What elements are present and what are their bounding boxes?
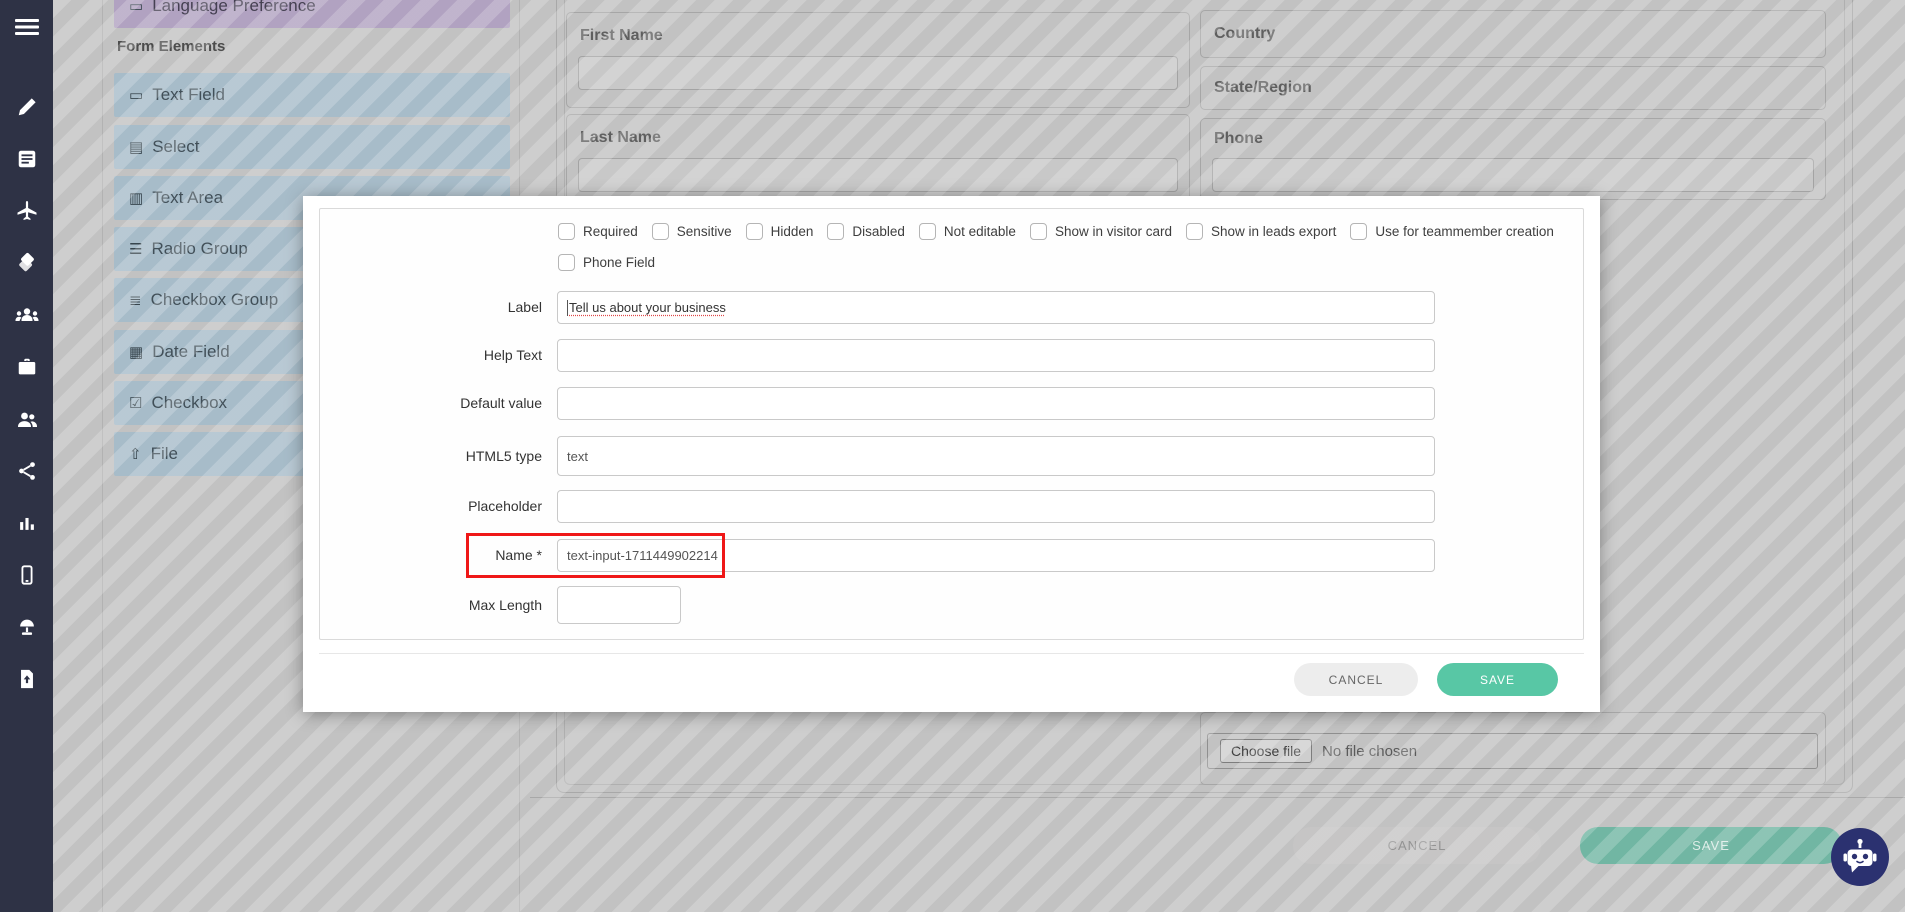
- show-in-visitor-card-checkbox[interactable]: Show in visitor card: [1030, 223, 1172, 240]
- label-field-label: Label: [320, 291, 542, 324]
- checkbox-label: Show in leads export: [1211, 224, 1336, 239]
- checkbox-icon[interactable]: [652, 223, 669, 240]
- placeholder-input[interactable]: [557, 490, 1435, 523]
- help-text-field-label: Help Text: [320, 339, 542, 372]
- checkbox-options-row-1: Required Sensitive Hidden Disabled Not e…: [558, 223, 1568, 240]
- html5-type-field-label: HTML5 type: [320, 436, 542, 476]
- default-value-field-label: Default value: [320, 387, 542, 420]
- modal-footer-divider: [319, 653, 1584, 654]
- field-settings-modal: Required Sensitive Hidden Disabled Not e…: [303, 196, 1600, 712]
- phone-field-checkbox[interactable]: Phone Field: [558, 254, 655, 271]
- html5-type-select[interactable]: text: [557, 436, 1435, 476]
- checkbox-options-row-2: Phone Field: [558, 254, 669, 271]
- required-checkbox[interactable]: Required: [558, 223, 638, 240]
- tags-icon[interactable]: [0, 244, 53, 282]
- contacts-icon[interactable]: [0, 400, 53, 438]
- checkbox-icon[interactable]: [1350, 223, 1367, 240]
- label-input-value: Tell us about your business: [569, 300, 726, 315]
- placeholder-field-label: Placeholder: [320, 490, 542, 523]
- bar-chart-icon[interactable]: [0, 504, 53, 542]
- default-value-input[interactable]: [557, 387, 1435, 420]
- hidden-checkbox[interactable]: Hidden: [746, 223, 814, 240]
- briefcase-icon[interactable]: [0, 348, 53, 386]
- max-length-input[interactable]: [557, 586, 681, 624]
- checkbox-label: Phone Field: [583, 255, 655, 270]
- max-length-field-label: Max Length: [320, 586, 542, 624]
- app-window: ▭ Language Preference Form Elements ▭Tex…: [0, 0, 1905, 912]
- team-icon[interactable]: [0, 296, 53, 334]
- modal-save-button[interactable]: SAVE: [1437, 663, 1558, 696]
- name-field-highlight: [466, 533, 725, 578]
- checkbox-label: Disabled: [852, 224, 905, 239]
- icon-sidebar: [0, 0, 53, 912]
- checkbox-label: Show in visitor card: [1055, 224, 1172, 239]
- form-icon[interactable]: [0, 140, 53, 178]
- checkbox-icon[interactable]: [558, 223, 575, 240]
- show-in-leads-export-checkbox[interactable]: Show in leads export: [1186, 223, 1336, 240]
- checkbox-label: Use for teammember creation: [1375, 224, 1554, 239]
- hamburger-menu-icon[interactable]: [0, 8, 53, 46]
- label-input[interactable]: Tell us about your business: [557, 291, 1435, 324]
- share-icon[interactable]: [0, 452, 53, 490]
- checkbox-icon[interactable]: [1030, 223, 1047, 240]
- checkbox-icon[interactable]: [558, 254, 575, 271]
- checkbox-label: Required: [583, 224, 638, 239]
- lamp-icon[interactable]: [0, 608, 53, 646]
- help-text-input[interactable]: [557, 339, 1435, 372]
- checkbox-icon[interactable]: [919, 223, 936, 240]
- checkbox-icon[interactable]: [1186, 223, 1203, 240]
- checkbox-label: Not editable: [944, 224, 1016, 239]
- text-cursor: [567, 300, 568, 316]
- checkbox-icon[interactable]: [746, 223, 763, 240]
- use-for-teammember-creation-checkbox[interactable]: Use for teammember creation: [1350, 223, 1554, 240]
- checkbox-icon[interactable]: [827, 223, 844, 240]
- file-upload-icon[interactable]: [0, 660, 53, 698]
- pencil-icon[interactable]: [0, 88, 53, 126]
- modal-cancel-button[interactable]: CANCEL: [1294, 663, 1418, 696]
- sensitive-checkbox[interactable]: Sensitive: [652, 223, 732, 240]
- disabled-checkbox[interactable]: Disabled: [827, 223, 905, 240]
- html5-type-value: text: [567, 449, 588, 464]
- airplane-icon[interactable]: [0, 192, 53, 230]
- mobile-icon[interactable]: [0, 556, 53, 594]
- chatbot-widget-icon[interactable]: [1831, 828, 1889, 886]
- not-editable-checkbox[interactable]: Not editable: [919, 223, 1016, 240]
- checkbox-label: Hidden: [771, 224, 814, 239]
- checkbox-label: Sensitive: [677, 224, 732, 239]
